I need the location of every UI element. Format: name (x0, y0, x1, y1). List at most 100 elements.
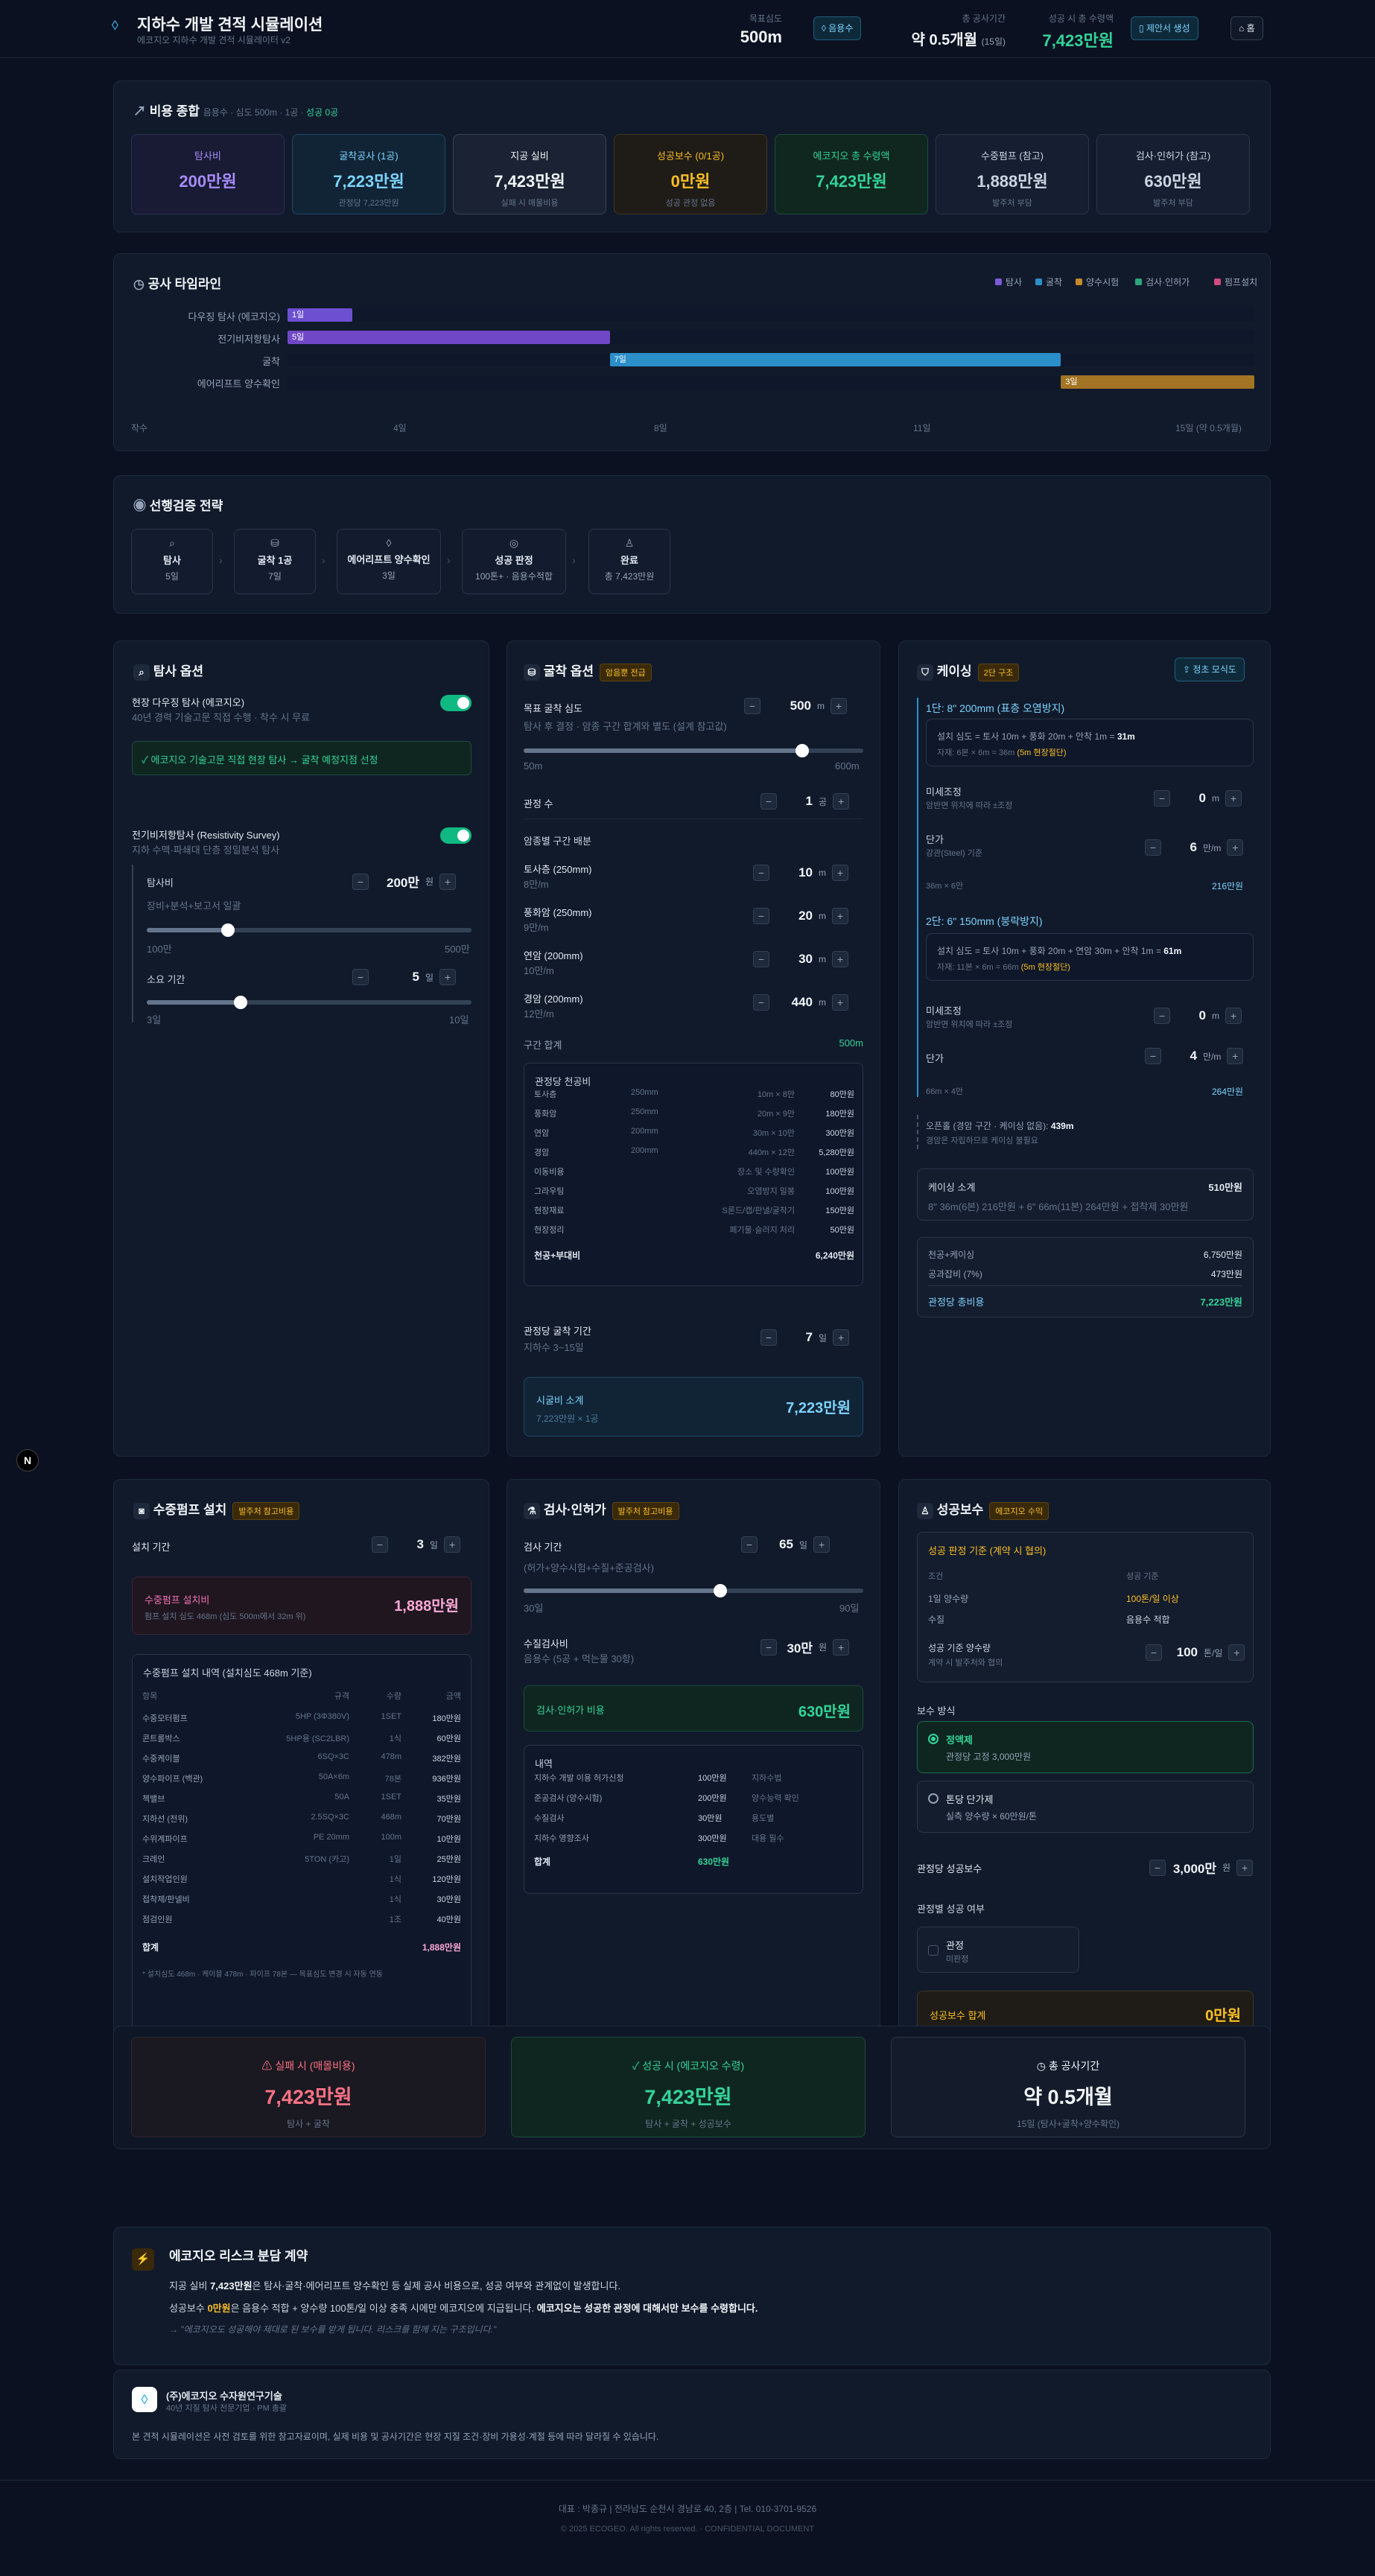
depth-slider[interactable] (524, 744, 863, 757)
timeline-tick: 착수 (131, 423, 148, 433)
layer-stepper[interactable]: −30 m + (753, 951, 848, 967)
depth-stepper[interactable]: −500 m + (744, 698, 847, 714)
step-desc: 5일 (165, 571, 179, 582)
layer-rate: 8만/m (524, 879, 549, 890)
step-name: 에어리프트 양수확인 (347, 554, 431, 565)
chevron-right-icon: › (572, 554, 576, 566)
layer-stepper[interactable]: −440 m + (753, 994, 848, 1011)
next-badge-icon[interactable]: N (16, 1449, 39, 1472)
drill-cost-row: 그라우팅 오염방지 밀봉 100만원 (534, 1187, 854, 1196)
drill-subtotal: 시굴비 소계 7,223만원 × 1공 7,223만원 (524, 1377, 863, 1437)
home-icon: ⌂ (1239, 23, 1245, 34)
minus-icon[interactable]: − (753, 994, 769, 1011)
casing1-adjust-stepper[interactable]: −0 m + (1154, 790, 1242, 807)
fee-amount-stepper[interactable]: −3,000만 원 + (1149, 1858, 1254, 1877)
water-test-stepper[interactable]: −30만 원 + (760, 1638, 850, 1656)
footer-line2: © 2025 ECOGEO. All rights reserved. · CO… (560, 2525, 815, 2534)
casing2-adjust-stepper[interactable]: −0 m + (1154, 1008, 1242, 1024)
legend-item: 펌프설치 (1214, 276, 1257, 288)
bolt-icon: ⚡ (132, 2248, 154, 2271)
strategy-step: ⌕ 탐사 5일 (131, 529, 213, 594)
trophy-icon: ♙ (917, 1503, 933, 1519)
stat-depth: 목표심도 500m (740, 13, 782, 46)
timeline-tick: 8일 (654, 423, 667, 433)
result-label: ⚠ 실패 시 (매몰비용) (261, 2060, 355, 2072)
timeline-title: 공사 타임라인 (147, 277, 222, 291)
timeline-bar: 3일 (1061, 375, 1254, 389)
company-logo: ◊ (132, 2387, 157, 2412)
well-count-stepper[interactable]: −1 공 + (760, 793, 850, 810)
well-success-toggle[interactable]: 관정 미판정 (917, 1927, 1079, 1973)
legend-label: 양수시험 (1086, 277, 1120, 287)
timeline-tick: 15일 (약 0.5개월) (1175, 423, 1242, 433)
summary-box: 지공 실비 7,423만원 실패 시 매몰비용 (453, 134, 606, 214)
resist-toggle[interactable] (440, 827, 471, 844)
summary-box-value: 7,423만원 (816, 172, 887, 191)
plus-icon[interactable]: + (439, 873, 457, 890)
minus-icon[interactable]: − (753, 951, 769, 967)
result-value: 7,423만원 (264, 2086, 352, 2108)
strategy-step: ◎ 성공 판정 100톤+ · 음용수적합 (462, 529, 566, 594)
minus-icon[interactable]: − (352, 873, 369, 890)
summary-box-sub: 관정당 7,223만원 (338, 199, 399, 208)
dowsing-toggle[interactable] (440, 695, 471, 711)
plus-icon[interactable]: + (832, 951, 848, 967)
summary-box-sub: 발주처 부담 (1153, 199, 1193, 208)
pdf-button[interactable]: ▯ 제안서 생성 (1131, 16, 1198, 40)
schematic-button[interactable]: ⇪ 정초 모식도 (1175, 658, 1245, 681)
home-button[interactable]: ⌂ 홈 (1230, 16, 1263, 40)
legend-label: 굴착 (1046, 277, 1063, 287)
company-card: ◊ (주)에코지오 수자원연구기술 40년 지질 탐사 전문기업 · PM 총괄… (113, 2370, 1271, 2459)
timeline-bar: 7일 (609, 353, 1061, 366)
summary-box-value: 7,423만원 (494, 172, 565, 191)
layer-stepper[interactable]: −10 m + (753, 865, 848, 881)
drill-cost-row: 현장재료 S론드/캡/판낼/굴착기 150만원 (534, 1206, 854, 1215)
casing2-price-stepper[interactable]: −4 만/m + (1145, 1048, 1244, 1064)
legend-label: 검사·인허가 (1146, 277, 1190, 287)
timeline-track (288, 308, 1254, 322)
casing1-price-stepper[interactable]: −6 만/m + (1145, 839, 1244, 856)
strategy-step: ♙ 완료 총 7,423만원 (588, 529, 670, 594)
explore-duration-stepper[interactable]: −5 일 + (352, 969, 457, 985)
minus-icon[interactable]: − (753, 865, 769, 881)
inspect-period-stepper[interactable]: −65 일 + (741, 1536, 831, 1553)
explore-cost-slider[interactable] (147, 923, 471, 937)
fixed-fee-option[interactable]: 정액제 관정당 고정 3,000만원 (917, 1721, 1254, 1773)
legend-label: 펌프설치 (1225, 277, 1258, 287)
min-yield-stepper[interactable]: −100 톤/일 + (1146, 1644, 1245, 1661)
timeline-tick: 11일 (913, 423, 931, 433)
explore-cost-stepper[interactable]: −200만 원 + (352, 872, 457, 891)
timeline-bar: 5일 (288, 331, 610, 344)
summary-box: 에코지오 총 수령액 7,423만원 (775, 134, 928, 214)
step-icon: ⛁ (270, 537, 279, 549)
summary-box-label: 에코지오 총 수령액 (813, 150, 890, 162)
summary-box: 검사·인허가 (참고) 630만원 발주처 부담 (1096, 134, 1250, 214)
layer-stepper[interactable]: −20 m + (753, 908, 848, 924)
inspect-cost-box: 검사·인허가 비용 630만원 (524, 1685, 863, 1731)
app-title: 지하수 개발 견적 시뮬레이션 (137, 16, 323, 34)
unit-fee-option[interactable]: 톤당 단가제 실측 양수량 × 60만원/톤 (917, 1781, 1254, 1833)
layer-name: 풍화암 (250mm) (524, 907, 592, 918)
plus-icon[interactable]: + (832, 994, 848, 1011)
result-value: 약 0.5개월 (1023, 2086, 1113, 2108)
casing-totals: 천공+케이싱 6,750만원 공과잡비 (7%) 473만원 관정당 총비용 7… (917, 1237, 1254, 1317)
legend-item: 탐사 (995, 276, 1022, 288)
footer-line1: 대표 : 박종규 | 전라남도 순천시 경남로 40, 2층 | Tel. 01… (558, 2504, 817, 2514)
plus-icon[interactable]: + (832, 908, 848, 924)
legend-swatch (1135, 279, 1142, 285)
pump-period-stepper[interactable]: −3 일 + (372, 1536, 461, 1553)
drill-cost-row: 풍화암 250mm 20m × 9만 180만원 (534, 1107, 854, 1119)
trend-icon: ↗ (133, 104, 146, 118)
minus-icon[interactable]: − (753, 908, 769, 924)
water-drop-icon: ◊ (112, 18, 118, 33)
inspect-period-slider[interactable] (524, 1584, 863, 1597)
casing-subtotal: 케이싱 소계 510만원 8" 36m(6본) 216만원 + 6" 66m(1… (917, 1168, 1254, 1221)
pump-card: ◙ 수중펌프 설치 발주처 참고비용 설치 기간 −3 일 + 수중펌프 설치비 펌프… (113, 1479, 489, 2048)
step-desc: 7일 (268, 571, 282, 582)
summary-box-label: 성공보수 (0/1공) (656, 150, 725, 162)
drill-period-stepper[interactable]: −7 일 + (760, 1329, 850, 1346)
plus-icon[interactable]: + (832, 865, 848, 881)
explore-duration-slider[interactable] (147, 996, 471, 1009)
use-type-button[interactable]: ◊ 음용수 (813, 16, 862, 40)
summary-box-sub: 발주처 부담 (992, 199, 1032, 208)
